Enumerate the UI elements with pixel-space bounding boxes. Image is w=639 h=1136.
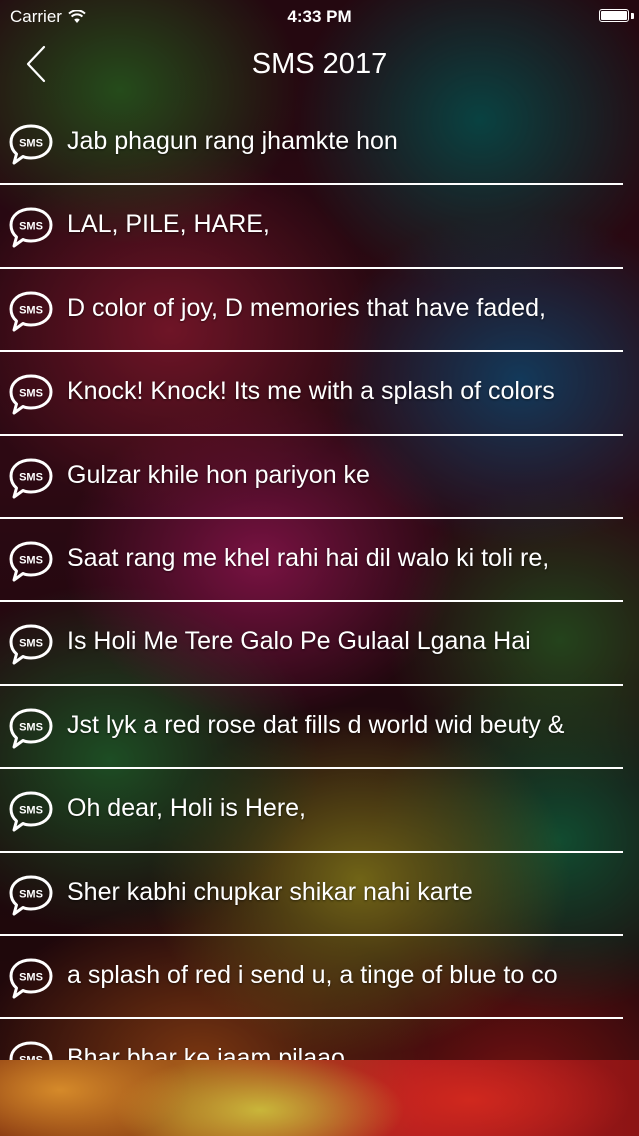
sms-bubble-icon: SMS [9,791,53,832]
list-item[interactable]: SMS Saat rang me khel rahi hai dil walo k… [0,519,639,603]
list-item-text: Jab phagun rang jhamkte hon [67,127,398,155]
sms-bubble-icon: SMS [9,875,53,916]
list-item[interactable]: SMS Bhar bhar ke jaam pilaao [0,1019,639,1060]
list-item[interactable]: SMS a splash of red i send u, a tinge of … [0,936,639,1020]
list-item[interactable]: SMS Is Holi Me Tere Galo Pe Gulaal Lgana … [0,602,639,686]
list-item[interactable]: SMS Knock! Knock! Its me with a splash of… [0,352,639,436]
list-item-text: a splash of red i send u, a tinge of blu… [67,960,558,989]
status-bar: Carrier 4:33 PM [0,0,639,34]
list-item[interactable]: SMS Jab phagun rang jhamkte hon [0,102,639,186]
list-item[interactable]: SMS Jst lyk a red rose dat fills d world … [0,686,639,770]
list-item[interactable]: SMS D color of joy, D memories that have … [0,269,639,353]
battery-fill [601,11,627,20]
list-item[interactable]: SMS Sher kabhi chupkar shikar nahi karte [0,853,639,936]
list-item-text: D color of joy, D memories that have fad… [67,293,546,322]
list-item[interactable]: SMS LAL, PILE, HARE, [0,185,639,269]
list-item-text: Oh dear, Holi is Here, [67,794,306,823]
sms-icon-label: SMS [19,304,43,316]
sms-icon-label: SMS [19,554,43,566]
sms-bubble-icon: SMS [9,958,53,999]
sms-icon-label: SMS [19,721,43,733]
list-item-text: Saat rang me khel rahi hai dil walo ki t… [67,543,550,572]
sms-bubble-icon: SMS [9,207,53,248]
sms-bubble-icon: SMS [9,291,53,332]
status-time: 4:33 PM [287,7,352,26]
sms-bubble-icon: SMS [9,124,53,165]
sms-icon-label: SMS [19,471,43,483]
sms-icon-label: SMS [19,805,43,817]
list-item-text: LAL, PILE, HARE, [67,210,270,239]
screen: Carrier 4:33 PM SMS 2017 SMS Jab phagun r… [0,0,639,1136]
list-item-text: Gulzar khile hon pariyon ke [67,460,370,489]
sms-bubble-icon: SMS [9,708,53,749]
list-item-text: Sher kabhi chupkar shikar nahi karte [67,877,473,906]
list-item[interactable]: SMS Oh dear, Holi is Here, [0,769,639,853]
battery-icon [599,9,629,22]
bottom-banner [0,1060,639,1136]
sms-icon-label: SMS [19,138,43,150]
navigation-bar: SMS 2017 [0,34,639,98]
sms-icon-label: SMS [19,221,43,233]
sms-bubble-icon: SMS [9,458,53,499]
sms-list[interactable]: SMS Jab phagun rang jhamkte hon SMS LAL, PI… [0,102,639,1060]
list-item-text: Knock! Knock! Its me with a splash of co… [67,377,555,406]
list-item[interactable]: SMS Gulzar khile hon pariyon ke [0,436,639,519]
sms-icon-label: SMS [19,638,43,650]
sms-icon-label: SMS [19,971,43,983]
list-item-text: Jst lyk a red rose dat fills d world wid… [67,710,565,739]
sms-bubble-icon: SMS [9,624,53,665]
sms-bubble-icon: SMS [9,541,53,582]
page-title: SMS 2017 [251,48,388,80]
sms-icon-label: SMS [19,888,43,900]
sms-bubble-icon: SMS [9,374,53,415]
list-item-text: Is Holi Me Tere Galo Pe Gulaal Lgana Hai [67,627,531,656]
sms-icon-label: SMS [19,388,43,400]
battery-nub [631,13,634,19]
sms-bubble-icon: SMS [9,1041,53,1060]
list-item-text: Bhar bhar ke jaam pilaao [67,1044,345,1060]
